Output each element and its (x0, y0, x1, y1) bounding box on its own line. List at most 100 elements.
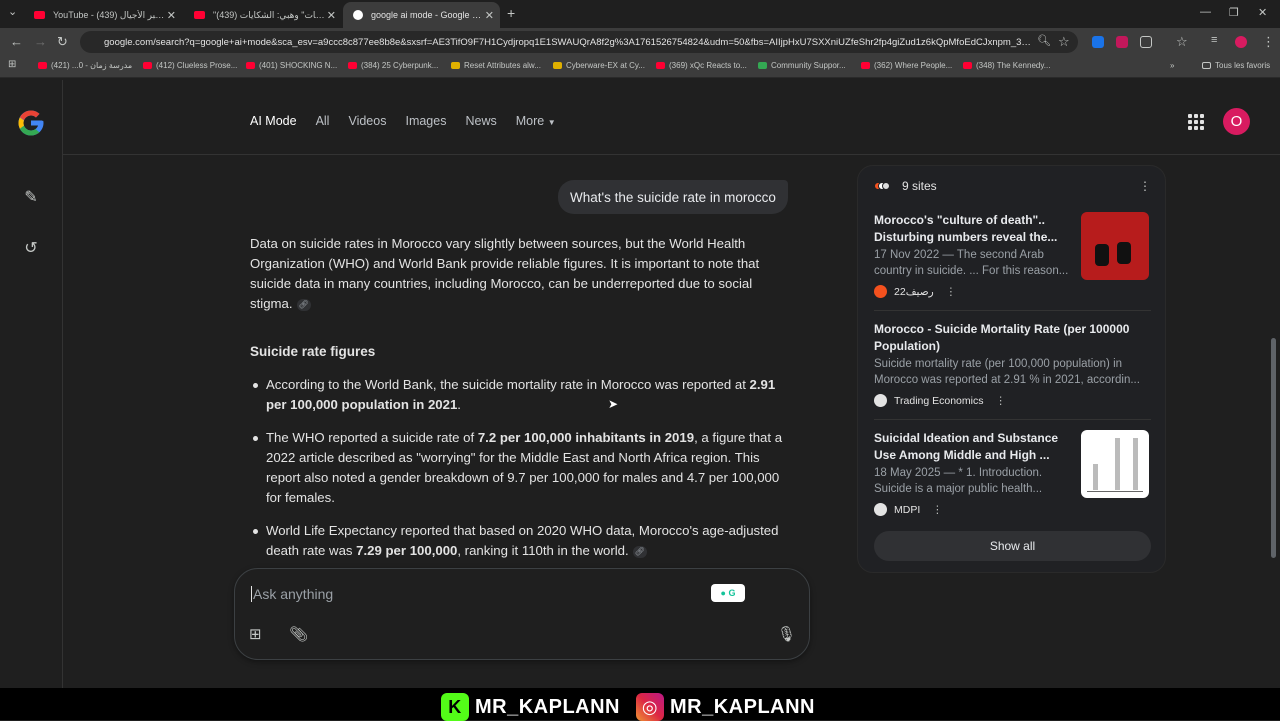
restore-icon[interactable]: ❐ (1229, 6, 1239, 19)
answer-intro: Data on suicide rates in Morocco vary sl… (250, 234, 795, 314)
caret-down-icon: ▼ (547, 118, 556, 127)
google-logo-icon[interactable] (16, 108, 46, 138)
source-thumbnail[interactable] (1081, 430, 1149, 498)
media-icon[interactable]: ≡ (1211, 34, 1217, 46)
source-card-snippet: 18 May 2025 — * 1. Introduction. Suicide… (874, 467, 1043, 495)
bookmark[interactable]: Cyberware-EX at Cy... (553, 61, 645, 70)
tab-news[interactable]: News (465, 114, 496, 128)
page-content: ✎ ↺ AI Mode All Videos Images News More … (0, 80, 1280, 688)
bookmark[interactable]: Community Suppor... (758, 61, 846, 70)
tab-videos[interactable]: Videos (348, 114, 386, 128)
tab-youtube-1[interactable]: YouTube - حوار عبر الأجيال (439) ✕ (24, 2, 182, 28)
scrollbar[interactable] (1271, 338, 1276, 558)
more-options-icon[interactable]: ⋮ (995, 395, 1006, 407)
menu-icon[interactable]: ⋮ (1262, 34, 1275, 50)
tab-title: google ai mode - Google Search (371, 10, 485, 20)
bookmark[interactable]: (412) Clueless Prose... (143, 61, 237, 70)
source-card[interactable]: Morocco - Suicide Mortality Rate (per 10… (874, 321, 1151, 407)
address-bar-row: ← → ↻ google.com/search?q=google+ai+mode… (0, 28, 1280, 56)
source-card-snippet: Suicide mortality rate (per 100,000 popu… (874, 358, 1140, 386)
tab-youtube-2[interactable]: "بلا إثبات" وهبي: الشكايات (439) ✕ (184, 2, 342, 28)
grammarly-icon[interactable]: ● G (711, 584, 745, 602)
source-card-site: رصيف22 ⋮ (874, 285, 1151, 298)
new-chat-icon[interactable]: ✎ (20, 186, 42, 208)
tab-more[interactable]: More ▼ (516, 114, 556, 128)
google-apps-icon[interactable] (1188, 114, 1204, 130)
list-item: The WHO reported a suicide rate of 7.2 p… (250, 428, 795, 508)
site-favicon-icon (882, 182, 890, 190)
more-options-icon[interactable]: ⋮ (932, 504, 943, 516)
source-card-snippet: 17 Nov 2022 — The second Arab country in… (874, 249, 1069, 277)
kick-handle: K MR_KAPLANN (441, 693, 620, 721)
bookmark[interactable]: Reset Attributes alw... (451, 61, 541, 70)
ask-input[interactable]: Ask anything (251, 586, 333, 602)
source-card-title[interactable]: Suicidal Ideation and Substance Use Amon… (874, 430, 1074, 463)
url-field[interactable]: google.com/search?q=google+ai+mode&sca_e… (80, 31, 1078, 53)
close-icon[interactable]: ✕ (485, 9, 494, 22)
more-options-icon[interactable]: ⋮ (1139, 179, 1151, 193)
new-tab-button[interactable]: + (507, 5, 515, 21)
source-thumbnail[interactable] (1081, 212, 1149, 280)
avatar[interactable]: O (1223, 108, 1250, 135)
back-icon[interactable]: ← (10, 34, 23, 49)
list-item: According to the World Bank, the suicide… (250, 375, 795, 415)
bookmark[interactable]: (384) 25 Cyberpunk... (348, 61, 438, 70)
bookmark[interactable]: مدرسة زمان - 0... (421) (38, 61, 132, 70)
instagram-handle: ◎ MR_KAPLANN (636, 693, 815, 721)
creator-watermark-bar: K MR_KAPLANN ◎ MR_KAPLANN (0, 688, 1280, 721)
source-card-title[interactable]: Morocco's "culture of death".. Disturbin… (874, 212, 1074, 245)
ask-box[interactable]: Ask anything ● G ⊞ 📎︎ 🎙︎ (234, 568, 810, 660)
link-icon[interactable]: 🔗︎ (296, 298, 311, 311)
extension-icon[interactable] (1116, 36, 1128, 48)
more-bookmarks-icon[interactable]: » (1170, 61, 1174, 70)
show-all-button[interactable]: Show all (874, 531, 1151, 561)
bookmarks-icon[interactable]: ☆ (1176, 34, 1188, 50)
user-query-bubble: What's the suicide rate in morocco (558, 180, 788, 214)
attach-icon[interactable]: 📎︎ (289, 625, 308, 643)
apps-icon[interactable]: ⊞ (8, 59, 16, 70)
youtube-icon (194, 11, 205, 19)
browser-tab-bar: ⌄ YouTube - حوار عبر الأجيال (439) ✕ "بل… (0, 0, 1280, 28)
tab-all[interactable]: All (316, 114, 330, 128)
extension-icon[interactable] (1092, 36, 1104, 48)
profile-icon[interactable] (1235, 36, 1247, 48)
tab-search-icon[interactable]: ⌄ (8, 5, 17, 18)
add-image-icon[interactable]: ⊞ (249, 625, 262, 643)
divider (874, 419, 1151, 420)
bookmark[interactable]: (369) xQc Reacts to... (656, 61, 747, 70)
all-bookmarks[interactable]: Tous les favoris (1202, 61, 1270, 70)
bookmark[interactable]: (348) The Kennedy... (963, 61, 1050, 70)
figures-list: According to the World Bank, the suicide… (250, 375, 795, 561)
zoom-icon[interactable]: 🔍︎ (1037, 34, 1051, 47)
instagram-handle-text: MR_KAPLANN (670, 695, 815, 718)
history-icon[interactable]: ↺ (20, 237, 42, 259)
tab-title: "بلا إثبات" وهبي: الشكايات (439) (213, 9, 327, 20)
mouse-cursor-icon: ➤ (608, 397, 619, 411)
list-item: World Life Expectancy reported that base… (250, 521, 795, 561)
window-close-icon[interactable]: ✕ (1258, 6, 1267, 19)
reload-icon[interactable]: ↻ (57, 34, 68, 50)
google-favicon-icon (353, 10, 363, 20)
close-icon[interactable]: ✕ (167, 9, 176, 22)
bookmark[interactable]: (362) Where People... (861, 61, 952, 70)
bookmark[interactable]: (401) SHOCKING N... (246, 61, 337, 70)
kick-icon: K (441, 693, 469, 721)
sources-header[interactable]: 9 sites (874, 179, 937, 193)
star-icon[interactable]: ☆ (1058, 34, 1070, 50)
answer-intro-text: Data on suicide rates in Morocco vary sl… (250, 236, 760, 311)
sources-panel: 9 sites ⋮ Morocco's "culture of death"..… (857, 165, 1166, 573)
link-icon[interactable]: 🔗︎ (632, 545, 647, 558)
tab-more-label: More (515, 114, 545, 128)
minimize-icon[interactable]: — (1200, 6, 1211, 18)
more-options-icon[interactable]: ⋮ (946, 286, 957, 298)
instagram-icon: ◎ (636, 693, 664, 721)
forward-icon[interactable]: → (34, 34, 47, 49)
close-icon[interactable]: ✕ (327, 9, 336, 22)
tab-images[interactable]: Images (405, 114, 446, 128)
source-card-title[interactable]: Morocco - Suicide Mortality Rate (per 10… (874, 321, 1151, 354)
kick-handle-text: MR_KAPLANN (475, 695, 620, 718)
tab-ai-mode[interactable]: AI Mode (250, 114, 297, 128)
microphone-icon[interactable]: 🎙︎ (777, 625, 796, 643)
extensions-puzzle-icon[interactable] (1140, 36, 1152, 48)
tab-google-search[interactable]: google ai mode - Google Search ✕ (343, 2, 500, 28)
